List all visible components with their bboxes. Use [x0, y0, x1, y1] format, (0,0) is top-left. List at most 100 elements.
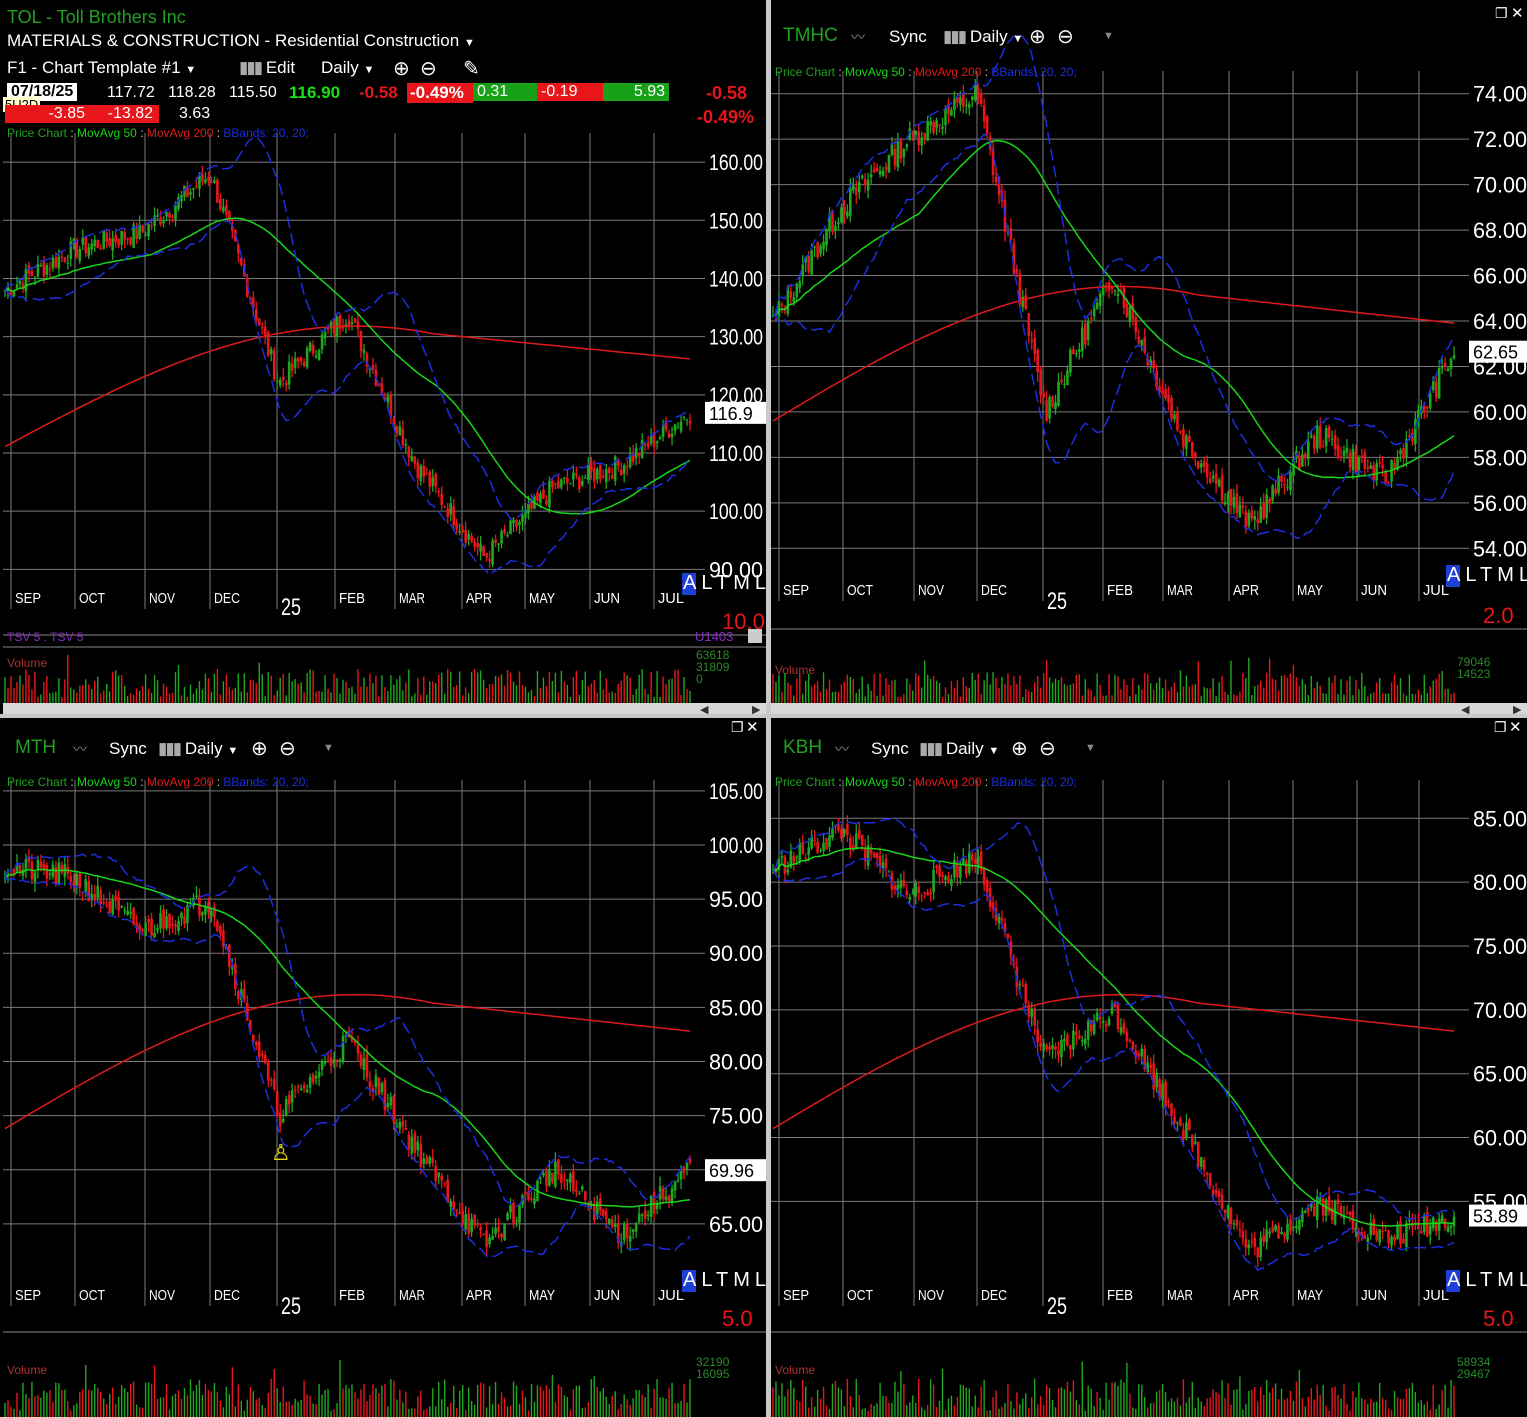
sync-button[interactable]: Sync: [871, 739, 909, 759]
price-bar-body: [941, 126, 944, 129]
price-bar-body: [503, 1223, 506, 1240]
symbol-tmhc[interactable]: TMHC: [783, 25, 838, 47]
price-bar-body: [1199, 463, 1203, 468]
price-bar-body: [219, 926, 222, 935]
chart-pane-tmhc[interactable]: 74.00 72.00 70.00 68.00 66.00 64.00 62.00 60.00…: [771, 3, 1527, 714]
price-bar-body: [670, 1188, 674, 1202]
period-dropdown[interactable]: ▮▮▮ Daily ▼: [158, 739, 238, 759]
price-bar-body: [431, 1157, 435, 1164]
pane-divider-horizontal[interactable]: [0, 714, 1527, 718]
maximize-icon[interactable]: ❐: [731, 719, 744, 736]
zoom-in-icon[interactable]: ⊕: [1011, 736, 1028, 761]
price-bar-body: [33, 277, 37, 279]
price-bar-body: [1381, 1230, 1384, 1232]
price-bar-body: [584, 1191, 587, 1201]
pencil-icon[interactable]: ✎: [463, 56, 480, 81]
y-tick-label: 60.00: [1473, 1126, 1527, 1151]
price-bar-body: [557, 1159, 560, 1175]
quote-r3: 3.63: [179, 105, 211, 122]
price-bar-body: [323, 1061, 327, 1064]
maximize-icon[interactable]: ❐: [1495, 5, 1508, 22]
maximize-icon[interactable]: ❐: [1494, 719, 1507, 736]
y-tick-label: 105.00: [709, 779, 763, 804]
price-bar-body: [1431, 380, 1435, 390]
price-bar-body: [1196, 1141, 1200, 1167]
price-bar-body: [1256, 519, 1260, 524]
price-bar-body: [846, 824, 849, 836]
sync-button[interactable]: Sync: [889, 27, 927, 47]
price-bar-body: [281, 1118, 285, 1123]
chart-pane-tol[interactable]: 160.00 150.00 140.00 130.00 120.00 110.00 100.…: [3, 3, 766, 714]
horizontal-scrollbar: [3, 703, 766, 714]
price-bar-body: [201, 173, 204, 182]
sync-button[interactable]: Sync: [109, 739, 147, 759]
period-dropdown[interactable]: ▮▮▮ Daily ▼: [943, 27, 1023, 47]
price-bar-body: [257, 1041, 261, 1057]
zoom-out-icon[interactable]: ⊖: [1039, 736, 1056, 761]
x-tick-label: MAR: [399, 590, 425, 607]
price-bar-body: [1256, 1247, 1260, 1258]
price-bar-body: [1402, 1239, 1405, 1243]
price-bar-body: [63, 257, 67, 262]
template-dropdown[interactable]: F1 - Chart Template #1 ▼: [7, 58, 196, 78]
price-bar-body: [965, 104, 968, 106]
sector-dropdown[interactable]: MATERIALS & CONSTRUCTION - Residential C…: [7, 31, 475, 51]
price-bar-body: [1208, 1173, 1212, 1186]
price-bar-body: [356, 1044, 360, 1054]
zoom-out-icon[interactable]: ⊖: [420, 56, 437, 81]
symbol-kbh[interactable]: KBH: [783, 737, 822, 759]
price-bar-body: [584, 477, 587, 479]
chevron-down-icon[interactable]: ▼: [1103, 30, 1114, 42]
symbol-mth[interactable]: MTH: [15, 737, 56, 759]
price-bar-body: [356, 321, 360, 329]
price-chart-kbh[interactable]: 85.0080.0075.0070.0065.0060.0055.00Price…: [771, 718, 1527, 1417]
period-dropdown[interactable]: Daily ▼: [321, 58, 374, 78]
price-bar-body: [60, 865, 64, 873]
zoom-out-icon[interactable]: ⊖: [279, 736, 296, 761]
price-bar-body: [111, 899, 114, 915]
x-tick-label: DEC: [214, 1287, 240, 1304]
quote-box-3: 5.93: [603, 83, 669, 101]
x-tick-label: APR: [466, 1287, 492, 1304]
price-bar-body: [643, 444, 647, 446]
price-bar-body: [57, 862, 61, 884]
price-bar-body: [813, 246, 816, 248]
price-bar-body: [1155, 1074, 1158, 1088]
price-bar-body: [1259, 1237, 1263, 1258]
pane-divider-vertical[interactable]: [766, 0, 771, 1417]
chart-pane-kbh[interactable]: 85.00 80.00 75.00 70.00 65.00 60.00 55.00 Price…: [771, 718, 1527, 1417]
price-bar-body: [39, 861, 43, 868]
chevron-down-icon[interactable]: ▼: [1085, 742, 1096, 754]
zoom-in-icon[interactable]: ⊕: [393, 56, 410, 81]
price-bar-body: [1250, 1241, 1254, 1243]
price-bar-body: [293, 358, 297, 368]
edit-button[interactable]: ▮▮▮ Edit: [239, 58, 295, 78]
zoom-out-icon[interactable]: ⊖: [1057, 24, 1074, 49]
bband-upper: [772, 817, 1455, 1220]
price-bar-body: [539, 493, 542, 504]
period-dropdown[interactable]: ▮▮▮ Daily ▼: [919, 739, 999, 759]
quote-close: 116.90: [289, 83, 341, 102]
symbol-title[interactable]: TOL - Toll Brothers Inc: [7, 7, 186, 28]
x-tick-label: 25: [1047, 1293, 1067, 1320]
chart-pane-mth[interactable]: 105.00100.0095.0090.0085.0080.0075.0070.…: [3, 718, 766, 1417]
price-bar-body: [314, 356, 318, 358]
close-icon[interactable]: ✕: [746, 718, 759, 736]
price-chart-mth[interactable]: 105.00100.0095.0090.0085.0080.0075.0070.…: [3, 718, 766, 1417]
price-bar-body: [893, 885, 897, 890]
price-bar-body: [434, 473, 438, 487]
close-icon[interactable]: ✕: [1509, 718, 1522, 736]
price-chart-tmhc[interactable]: 74.0072.0070.0068.0066.0064.0062.0060.00…: [771, 3, 1527, 714]
price-bar-body: [1402, 448, 1405, 459]
price-bar-body: [1021, 296, 1025, 308]
chevron-down-icon[interactable]: ▼: [323, 742, 334, 754]
price-bar-body: [216, 921, 219, 931]
zoom-in-icon[interactable]: ⊕: [1029, 24, 1046, 49]
price-bar-body: [1048, 1046, 1051, 1050]
zoom-in-icon[interactable]: ⊕: [251, 736, 268, 761]
price-bar-body: [1214, 473, 1218, 484]
price-bar-body: [404, 444, 408, 446]
close-icon[interactable]: ✕: [1511, 4, 1524, 22]
price-bar-body: [932, 121, 935, 133]
price-bar-body: [1262, 502, 1265, 519]
